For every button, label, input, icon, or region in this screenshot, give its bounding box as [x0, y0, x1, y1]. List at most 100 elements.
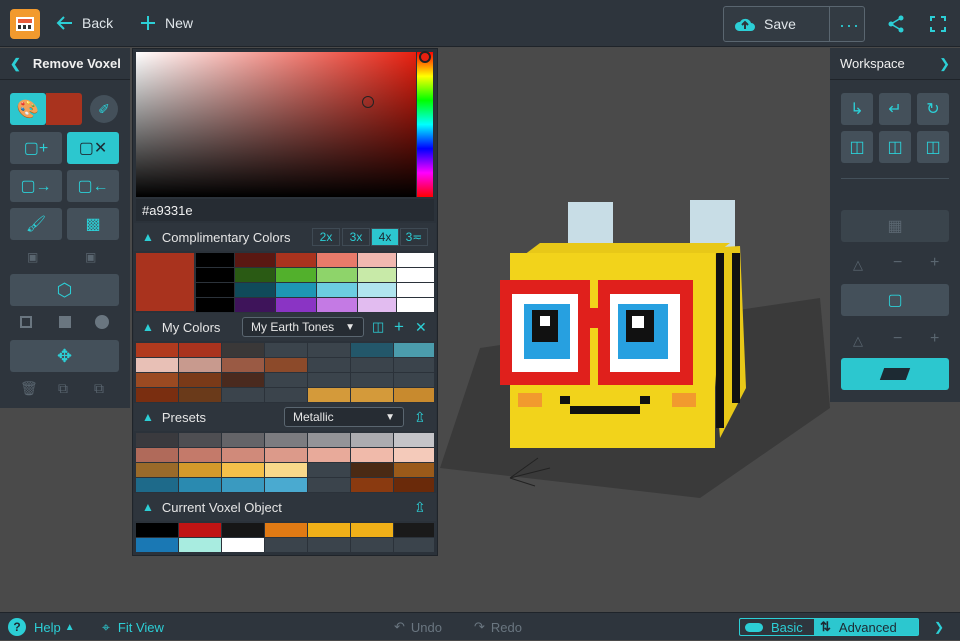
rotate-x-button[interactable]: ↳ — [841, 93, 873, 125]
color-swatch[interactable] — [136, 538, 178, 552]
color-swatch[interactable] — [351, 538, 393, 552]
chevron-up-icon[interactable]: ▲ — [142, 410, 154, 424]
color-swatch[interactable] — [394, 343, 434, 357]
fullscreen-button[interactable] — [922, 8, 954, 40]
color-swatch[interactable] — [351, 388, 393, 402]
rotate-y-button[interactable]: ↵ — [879, 93, 911, 125]
color-swatch[interactable] — [235, 298, 275, 312]
extrude-in-tool[interactable]: ▢← — [67, 170, 119, 202]
zoom-3x-button[interactable]: 3x — [342, 228, 370, 246]
viewport-3d[interactable] — [440, 48, 830, 610]
color-swatch[interactable] — [308, 478, 350, 492]
color-swatch[interactable] — [358, 283, 396, 297]
color-swatch[interactable] — [394, 388, 434, 402]
rotate-z-button[interactable]: ↻ — [917, 93, 949, 125]
paint-brush-tool[interactable]: 🖌 — [10, 208, 62, 240]
paste-icon[interactable]: ⧉ — [94, 380, 104, 397]
add-voxel-tool[interactable]: ▢+ — [10, 132, 62, 164]
current-color-swatch[interactable] — [46, 93, 82, 125]
minus-icon[interactable]: − — [893, 254, 902, 272]
grid-toggle-button[interactable]: ▦ — [841, 210, 949, 242]
base-color-swatch[interactable] — [136, 253, 194, 311]
color-swatch[interactable] — [308, 538, 350, 552]
color-swatch[interactable] — [196, 253, 234, 267]
sphere-shape[interactable] — [95, 315, 109, 329]
add-object-button[interactable]: ⬡ — [10, 274, 119, 306]
chevron-up-icon[interactable]: ▲ — [142, 230, 154, 244]
color-swatch[interactable] — [308, 523, 350, 537]
color-swatch[interactable] — [308, 388, 350, 402]
color-swatch[interactable] — [265, 478, 307, 492]
color-swatch[interactable] — [222, 388, 264, 402]
color-swatch[interactable] — [222, 448, 264, 462]
color-swatch[interactable] — [394, 448, 434, 462]
color-swatch[interactable] — [265, 448, 307, 462]
color-swatch[interactable] — [351, 343, 393, 357]
color-swatch[interactable] — [136, 373, 178, 387]
color-swatch[interactable] — [265, 463, 307, 477]
zoom-4x-button[interactable]: 4x — [371, 228, 399, 246]
color-swatch[interactable] — [394, 433, 434, 447]
undo-button[interactable]: ↶ Undo — [394, 613, 442, 641]
app-logo[interactable] — [10, 9, 40, 39]
save-button[interactable]: Save — [734, 15, 796, 33]
color-swatch[interactable] — [276, 253, 316, 267]
close-icon[interactable]: ✕ — [415, 319, 427, 336]
mirror-x-button[interactable]: ◫ — [841, 131, 873, 163]
color-swatch[interactable] — [317, 283, 357, 297]
color-cursor[interactable] — [362, 96, 374, 108]
color-swatch[interactable] — [394, 373, 434, 387]
color-swatch[interactable] — [179, 388, 221, 402]
color-swatch[interactable] — [394, 523, 434, 537]
color-swatch[interactable] — [235, 253, 275, 267]
move-tool[interactable]: ✥ — [10, 340, 119, 372]
plus-icon[interactable]: + — [930, 254, 939, 272]
chevron-up-icon[interactable]: ▲ — [142, 500, 154, 514]
minus-icon[interactable]: − — [893, 330, 902, 348]
color-swatch[interactable] — [196, 283, 234, 297]
help-button[interactable]: ? Help ▲ — [8, 613, 75, 641]
color-swatch[interactable] — [265, 343, 307, 357]
redo-button[interactable]: ↷ Redo — [474, 613, 522, 641]
color-swatch[interactable] — [308, 448, 350, 462]
paint-bucket-tool[interactable]: ▩ — [67, 208, 119, 240]
color-swatch[interactable] — [179, 343, 221, 357]
color-swatch[interactable] — [136, 433, 178, 447]
fit-view-button[interactable]: ⌖ Fit View — [102, 613, 164, 641]
color-swatch[interactable] — [397, 268, 434, 282]
zoom-3-alt-button[interactable]: 3≂ — [400, 228, 428, 246]
color-swatch[interactable] — [394, 478, 434, 492]
color-swatch[interactable] — [222, 373, 264, 387]
chevron-up-icon[interactable]: ▲ — [142, 320, 154, 334]
color-swatch[interactable] — [196, 268, 234, 282]
color-swatch[interactable] — [265, 373, 307, 387]
color-swatch[interactable] — [276, 298, 316, 312]
bounding-box-button[interactable]: ▢ — [841, 284, 949, 316]
color-swatch[interactable] — [351, 463, 393, 477]
eyedropper-button[interactable]: ✐ — [90, 95, 118, 123]
upload-icon[interactable]: ⇫ — [414, 499, 426, 516]
preset-dropdown[interactable]: Metallic ▼ — [284, 407, 404, 427]
color-swatch[interactable] — [235, 268, 275, 282]
chevron-left-icon[interactable]: ❮ — [10, 56, 21, 72]
basic-mode-button[interactable]: Basic — [740, 619, 814, 635]
color-swatch[interactable] — [179, 538, 221, 552]
color-swatch[interactable] — [222, 478, 264, 492]
hue-handle[interactable] — [419, 51, 431, 63]
color-swatch[interactable] — [351, 433, 393, 447]
color-swatch[interactable] — [196, 298, 234, 312]
color-swatch[interactable] — [351, 358, 393, 372]
color-swatch[interactable] — [317, 253, 357, 267]
mode-multi-icon[interactable]: ▣ — [85, 250, 96, 264]
hue-slider[interactable] — [417, 52, 433, 197]
saturation-value-area[interactable] — [136, 52, 416, 197]
color-swatch[interactable] — [179, 433, 221, 447]
color-swatch[interactable] — [317, 298, 357, 312]
color-swatch[interactable] — [351, 373, 393, 387]
color-swatch[interactable] — [136, 343, 178, 357]
trash-icon[interactable]: 🗑 — [20, 380, 38, 397]
color-swatch[interactable] — [136, 523, 178, 537]
color-swatch[interactable] — [222, 523, 264, 537]
advanced-mode-button[interactable]: ⇅ Advanced — [814, 619, 918, 635]
expand-up-button[interactable]: ❯ — [934, 613, 944, 641]
